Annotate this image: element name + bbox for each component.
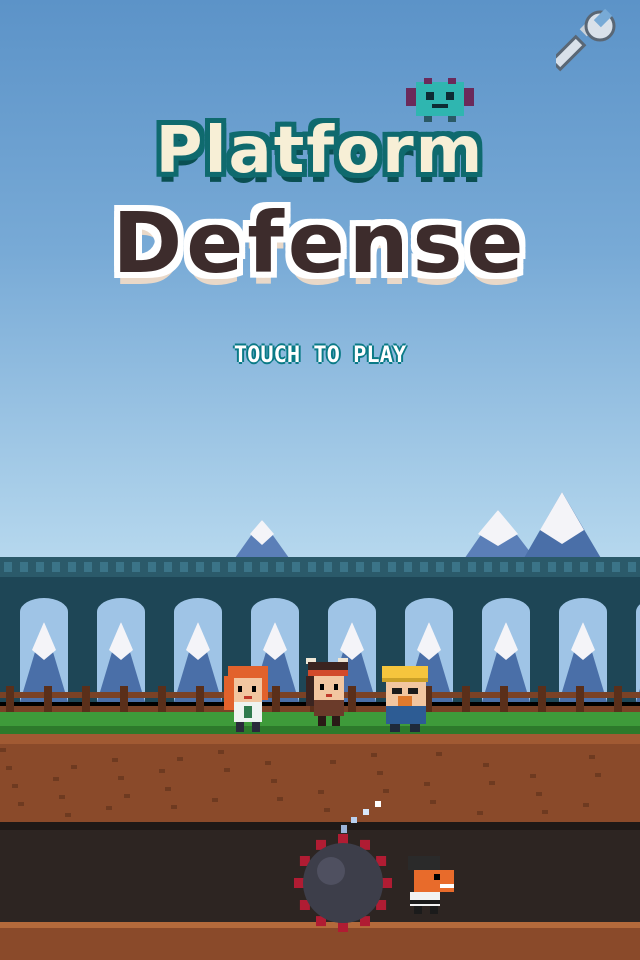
settings-button[interactable] <box>549 6 622 72</box>
logo-title-line2: Defense <box>112 194 528 292</box>
logo-title-line1: Platform <box>155 114 485 188</box>
touch-to-play-prompt[interactable]: TOUCH TO PLAY <box>0 343 640 368</box>
mountain-range <box>230 492 605 565</box>
game-scene[interactable]: Platform Defense TOUCH TO PLAY <box>0 0 640 960</box>
hero-miner <box>382 666 428 732</box>
dirt-layer <box>0 734 640 822</box>
game-logo: Platform Defense <box>70 76 570 306</box>
wrench-icon <box>549 8 616 72</box>
